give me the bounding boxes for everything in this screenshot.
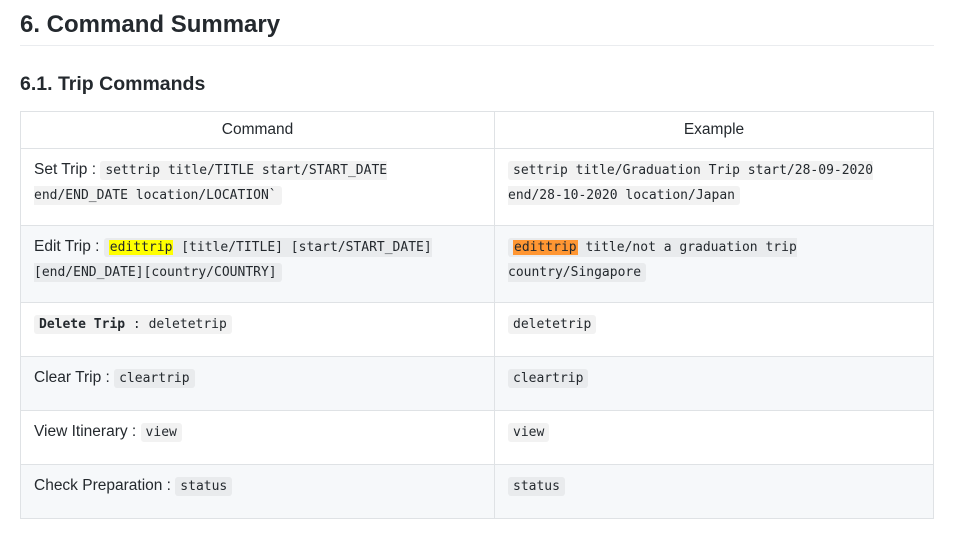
separator: : [87, 161, 101, 178]
command-label: View Itinerary [34, 423, 128, 440]
table-header-row: Command Example [20, 111, 934, 149]
command-code: Delete Trip : deletetrip [34, 315, 232, 334]
example-code: deletetrip [508, 315, 597, 334]
example-cell: settrip title/Graduation Trip start/28-0… [494, 148, 934, 226]
table-row: Set Trip : settrip title/TITLE start/STA… [20, 148, 934, 226]
search-highlight: edittrip [108, 240, 174, 255]
subsection-heading: 6.1. Trip Commands [20, 73, 206, 95]
command-cell: Clear Trip : cleartrip [20, 356, 495, 411]
command-code: view [140, 423, 182, 442]
command-cell: View Itinerary : view [20, 410, 495, 465]
example-cell: status [494, 464, 934, 519]
example-code: settrip title/Graduation Trip start/28-0… [508, 161, 874, 205]
example-code: status [508, 477, 565, 496]
separator: : [101, 369, 115, 386]
command-cell: Set Trip : settrip title/TITLE start/STA… [20, 148, 495, 226]
command-summary-table: Command Example Set Trip : settrip title… [20, 111, 934, 519]
table-row: Delete Trip : deletetrip deletetrip [20, 302, 934, 357]
command-label: Clear Trip [34, 369, 102, 386]
table-row: Edit Trip : edittrip [title/TITLE] [star… [20, 225, 934, 303]
example-cell: cleartrip [494, 356, 934, 411]
column-header-command: Command [20, 111, 495, 149]
command-cell: Edit Trip : edittrip [title/TITLE] [star… [20, 225, 495, 303]
section-heading: 6. Command Summary [20, 0, 934, 46]
table-row: Check Preparation : status status [20, 464, 934, 519]
command-cell: Check Preparation : status [20, 464, 495, 519]
command-code: cleartrip [114, 369, 195, 388]
command-label: Check Preparation [34, 477, 163, 494]
document-page: 6. Command Summary 6.1. Trip Commands Co… [20, 0, 934, 519]
example-code: view [508, 423, 550, 442]
example-cell: edittrip title/not a graduation trip cou… [494, 225, 934, 303]
command-label: Set Trip [34, 161, 88, 178]
separator: : [90, 238, 104, 255]
example-cell: view [494, 410, 934, 465]
example-cell: deletetrip [494, 302, 934, 357]
command-label: Delete Trip [39, 317, 126, 332]
command-cell: Delete Trip : deletetrip [20, 302, 495, 357]
table-row: View Itinerary : view view [20, 410, 934, 465]
column-header-example: Example [494, 111, 934, 149]
search-highlight-current: edittrip [513, 240, 578, 255]
command-label: Edit Trip [34, 238, 91, 255]
example-code: cleartrip [508, 369, 589, 388]
separator: : [162, 477, 176, 494]
separator: : [127, 423, 141, 440]
example-code: edittrip title/not a graduation trip cou… [508, 238, 797, 282]
table-row: Clear Trip : cleartrip cleartrip [20, 356, 934, 411]
command-code: status [175, 477, 233, 496]
command-code-rest: : deletetrip [125, 317, 227, 332]
